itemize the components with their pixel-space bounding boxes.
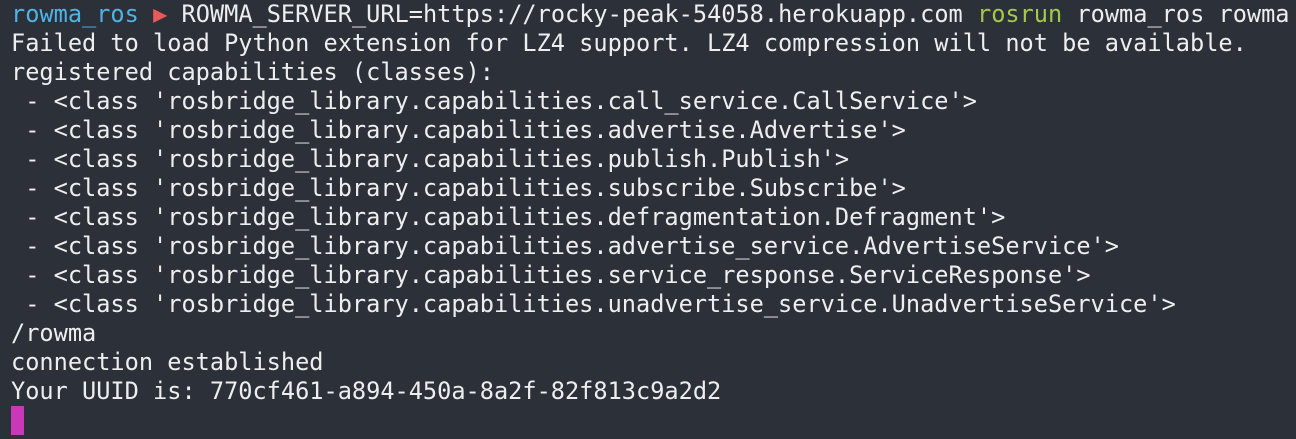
terminal-window[interactable]: rowma_ros ▶ ROWMA_SERVER_URL=https://roc… bbox=[0, 0, 1296, 439]
output-line: - <class 'rosbridge_library.capabilities… bbox=[11, 290, 1176, 318]
output-line: - <class 'rosbridge_library.capabilities… bbox=[11, 116, 906, 144]
output-line: - <class 'rosbridge_library.capabilities… bbox=[11, 232, 1119, 260]
command-name: rosrun bbox=[976, 0, 1063, 28]
output-line: - <class 'rosbridge_library.capabilities… bbox=[11, 174, 906, 202]
output-line: - <class 'rosbridge_library.capabilities… bbox=[11, 87, 977, 115]
output-line: - <class 'rosbridge_library.capabilities… bbox=[11, 203, 1006, 231]
prompt-user: rowma_ros bbox=[11, 0, 139, 28]
prompt-line: rowma_ros ▶ ROWMA_SERVER_URL=https://roc… bbox=[11, 0, 1296, 29]
command-args: rowma_ros rowma bbox=[1076, 0, 1290, 28]
text-cursor[interactable] bbox=[11, 406, 24, 435]
output-line: - <class 'rosbridge_library.capabilities… bbox=[11, 261, 1091, 289]
prompt-arrow-icon: ▶ bbox=[153, 0, 168, 28]
cursor-line[interactable] bbox=[11, 406, 1296, 435]
env-assignment: ROWMA_SERVER_URL=https://rocky-peak-5405… bbox=[181, 0, 963, 28]
output-line: - <class 'rosbridge_library.capabilities… bbox=[11, 145, 850, 173]
output-line: Your UUID is: 770cf461-a894-450a-8a2f-82… bbox=[11, 377, 722, 405]
output-line: registered capabilities (classes): bbox=[11, 58, 494, 86]
output-line: connection established bbox=[11, 348, 324, 376]
output-line: /rowma bbox=[11, 319, 97, 347]
output-line: Failed to load Python extension for LZ4 … bbox=[11, 29, 1247, 57]
